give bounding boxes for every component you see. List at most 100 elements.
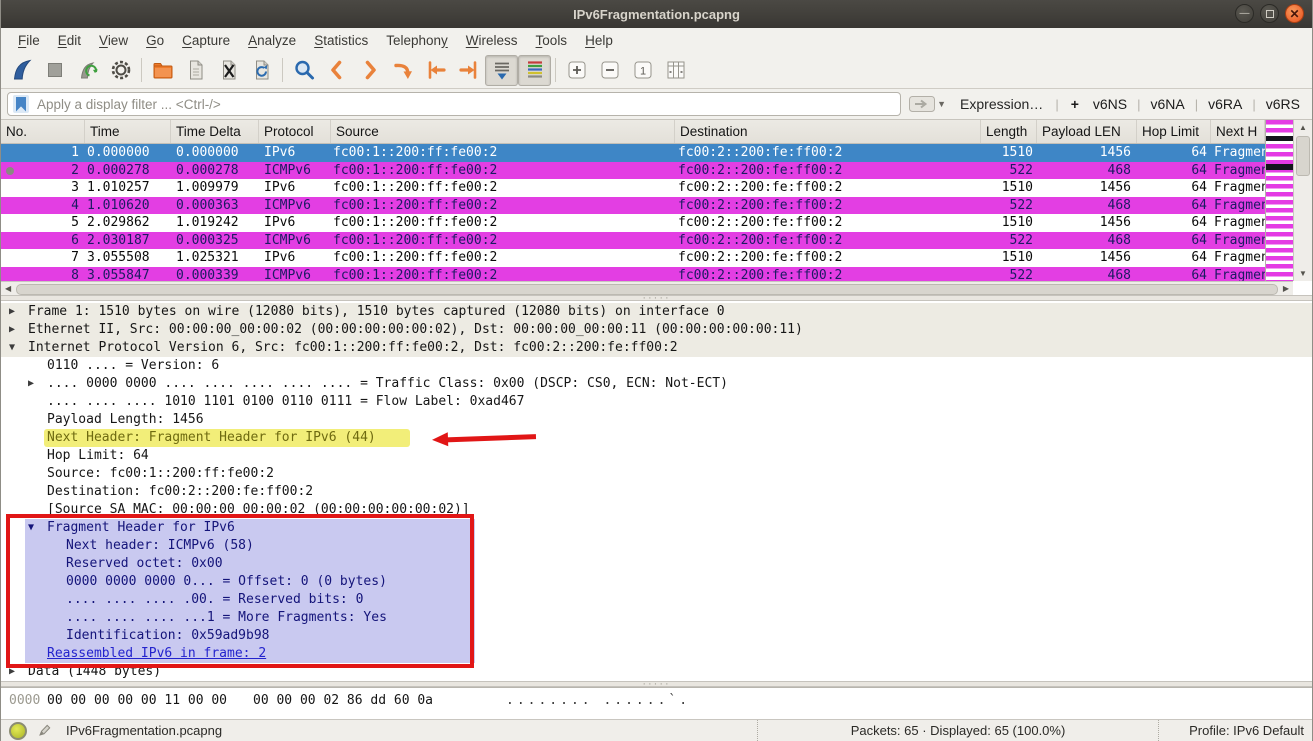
detail-line[interactable]: Reserved octet: 0x00 <box>1 555 1312 573</box>
menu-item-go[interactable]: Go <box>137 30 173 51</box>
menu-item-help[interactable]: Help <box>576 30 622 51</box>
detail-line[interactable]: 0110 .... = Version: 6 <box>1 357 1312 375</box>
detail-line[interactable]: Identification: 0x59ad9b98 <box>1 627 1312 645</box>
filter-shortcut-v6ns[interactable]: v6NS <box>1087 96 1133 112</box>
zoom-in-button[interactable] <box>560 55 593 86</box>
collapse-icon[interactable]: ▼ <box>28 519 47 537</box>
packet-list-scrollbar-minimap[interactable] <box>1265 120 1294 281</box>
detail-line[interactable]: Next header: ICMPv6 (58) <box>1 537 1312 555</box>
zoom-out-button[interactable] <box>593 55 626 86</box>
vertical-scroll-handle[interactable] <box>1296 136 1310 176</box>
menu-item-tools[interactable]: Tools <box>527 30 577 51</box>
status-profile[interactable]: Profile: IPv6 Default <box>1158 720 1312 741</box>
go-to-packet-button[interactable] <box>386 55 419 86</box>
scroll-down-arrow[interactable]: ▼ <box>1299 269 1307 278</box>
close-button[interactable]: ✕ <box>1285 4 1304 23</box>
maximize-button[interactable] <box>1260 4 1279 23</box>
start-capture-button[interactable] <box>5 55 38 86</box>
colorize-packets-button[interactable] <box>518 55 551 86</box>
go-back-button[interactable] <box>320 55 353 86</box>
minimize-button[interactable]: — <box>1235 4 1254 23</box>
go-forward-button[interactable] <box>353 55 386 86</box>
menu-item-edit[interactable]: Edit <box>49 30 90 51</box>
apply-filter-button[interactable]: ▼ <box>909 96 946 112</box>
go-last-packet-button[interactable] <box>452 55 485 86</box>
packet-row-7[interactable]: 73.0555081.025321IPv6fc00:1::200:ff:fe00… <box>1 249 1312 267</box>
packet-row-6[interactable]: 62.0301870.000325ICMPv6fc00:1::200:ff:fe… <box>1 232 1312 250</box>
column-header-length[interactable]: Length <box>981 120 1037 143</box>
detail-line[interactable]: .... .... .... ...1 = More Fragments: Ye… <box>1 609 1312 627</box>
column-header-payload-len[interactable]: Payload LEN <box>1037 120 1137 143</box>
detail-line[interactable]: 0000 0000 0000 0... = Offset: 0 (0 bytes… <box>1 573 1312 591</box>
detail-line[interactable]: Destination: fc00:2::200:fe:ff00:2 <box>1 483 1312 501</box>
go-first-packet-button[interactable] <box>419 55 452 86</box>
menu-item-analyze[interactable]: Analyze <box>239 30 305 51</box>
vertical-scrollbar[interactable]: ▲ ▼ <box>1293 120 1312 281</box>
detail-line[interactable]: ▶Ethernet II, Src: 00:00:00_00:00:02 (00… <box>1 321 1312 339</box>
menu-item-wireless[interactable]: Wireless <box>457 30 527 51</box>
restart-capture-button[interactable] <box>71 55 104 86</box>
title-bar[interactable]: IPv6Fragmentation.pcapng — ✕ <box>1 0 1312 28</box>
collapse-icon[interactable]: ▼ <box>9 339 28 357</box>
hex-dump-pane[interactable]: 0000 00 00 00 00 00 11 00 00 00 00 00 02… <box>1 687 1312 719</box>
detail-line[interactable]: [Source SA MAC: 00:00:00_00:00:02 (00:00… <box>1 501 1312 519</box>
expert-info-icon[interactable] <box>9 722 27 740</box>
capture-comment-icon[interactable] <box>37 723 52 738</box>
packet-row-4[interactable]: 41.0106200.000363ICMPv6fc00:1::200:ff:fe… <box>1 197 1312 215</box>
detail-line[interactable]: ▼Internet Protocol Version 6, Src: fc00:… <box>1 339 1312 357</box>
hex-bytes-group1[interactable]: 00 00 00 00 00 11 00 00 <box>47 693 227 708</box>
column-header-next-h[interactable]: Next H <box>1211 120 1265 143</box>
apply-dropdown-caret[interactable]: ▼ <box>937 99 946 109</box>
filter-shortcut-v6ra[interactable]: v6RA <box>1202 96 1248 112</box>
find-packet-button[interactable] <box>287 55 320 86</box>
capture-options-button[interactable] <box>104 55 137 86</box>
expand-icon[interactable]: ▶ <box>28 375 47 393</box>
packet-row-1[interactable]: 10.0000000.000000IPv6fc00:1::200:ff:fe00… <box>1 144 1312 162</box>
column-header-source[interactable]: Source <box>331 120 675 143</box>
auto-scroll-button[interactable] <box>485 55 518 86</box>
menu-item-telephony[interactable]: Telephony <box>377 30 457 51</box>
detail-line[interactable]: Reassembled IPv6 in frame: 2 <box>1 645 1312 663</box>
detail-line[interactable]: Payload Length: 1456 <box>1 411 1312 429</box>
detail-line[interactable]: ▼Fragment Header for IPv6 <box>1 519 1312 537</box>
save-file-button[interactable] <box>179 55 212 86</box>
column-header-time[interactable]: Time <box>85 120 171 143</box>
column-header-time-delta[interactable]: Time Delta <box>171 120 259 143</box>
resize-columns-button[interactable] <box>659 55 692 86</box>
stop-capture-button[interactable] <box>38 55 71 86</box>
detail-line[interactable]: ▶.... 0000 0000 .... .... .... .... ....… <box>1 375 1312 393</box>
menu-item-file[interactable]: File <box>9 30 49 51</box>
close-file-button[interactable] <box>212 55 245 86</box>
expression-button[interactable]: Expression… <box>952 96 1051 112</box>
column-header-protocol[interactable]: Protocol <box>259 120 331 143</box>
column-header-no-[interactable]: No. <box>1 120 85 143</box>
detail-line[interactable]: ▶Frame 1: 1510 bytes on wire (12080 bits… <box>1 303 1312 321</box>
filter-shortcut-v6rs[interactable]: v6RS <box>1260 96 1306 112</box>
scroll-left-arrow[interactable]: ◀ <box>5 284 11 293</box>
column-header-hop-limit[interactable]: Hop Limit <box>1137 120 1211 143</box>
reassembled-link[interactable]: Reassembled IPv6 in frame: 2 <box>47 645 266 663</box>
filter-shortcut-v6na[interactable]: v6NA <box>1145 96 1191 112</box>
reload-file-button[interactable] <box>245 55 278 86</box>
scroll-up-arrow[interactable]: ▲ <box>1299 123 1307 132</box>
expand-icon[interactable]: ▶ <box>9 303 28 321</box>
packet-row-8[interactable]: 83.0558470.000339ICMPv6fc00:1::200:ff:fe… <box>1 267 1312 282</box>
expand-icon[interactable]: ▶ <box>9 321 28 339</box>
display-filter-field[interactable] <box>7 92 901 116</box>
scroll-right-arrow[interactable]: ▶ <box>1283 284 1289 293</box>
detail-line[interactable]: Source: fc00:1::200:ff:fe00:2 <box>1 465 1312 483</box>
normal-size-button[interactable]: 1 <box>626 55 659 86</box>
menu-item-statistics[interactable]: Statistics <box>305 30 377 51</box>
detail-line[interactable]: Next Header: Fragment Header for IPv6 (4… <box>1 429 1312 447</box>
hex-ascii[interactable]: ........ ......`. <box>506 693 690 708</box>
packet-row-2[interactable]: 20.0002780.000278ICMPv6fc00:1::200:ff:fe… <box>1 162 1312 180</box>
menu-item-capture[interactable]: Capture <box>173 30 239 51</box>
filter-shortcut-add[interactable]: + <box>1063 96 1087 112</box>
detail-line[interactable]: .... .... .... .00. = Reserved bits: 0 <box>1 591 1312 609</box>
detail-line[interactable]: Hop Limit: 64 <box>1 447 1312 465</box>
filter-bookmark-icon[interactable] <box>13 95 29 113</box>
packet-row-3[interactable]: 31.0102571.009979IPv6fc00:1::200:ff:fe00… <box>1 179 1312 197</box>
open-file-button[interactable] <box>146 55 179 86</box>
detail-line[interactable]: .... .... .... 1010 1101 0100 0110 0111 … <box>1 393 1312 411</box>
menu-item-view[interactable]: View <box>90 30 137 51</box>
